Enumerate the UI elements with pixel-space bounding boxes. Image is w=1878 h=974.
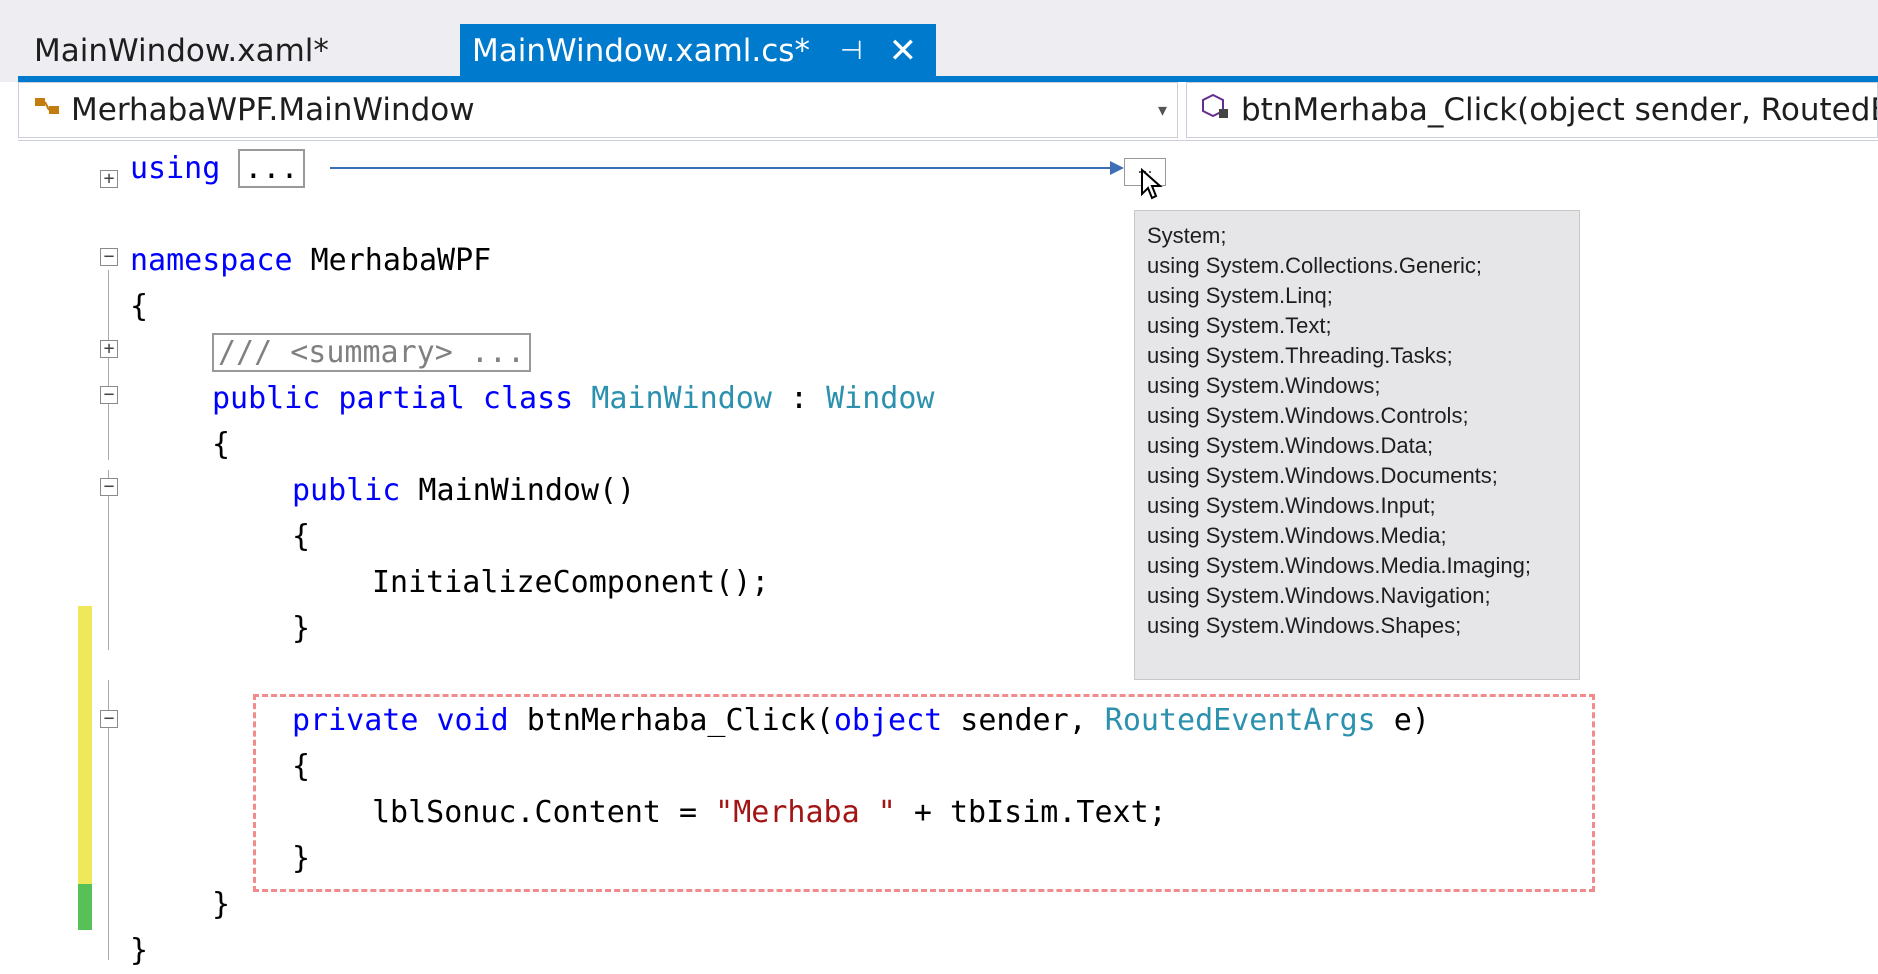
collapsed-region[interactable]: ... xyxy=(238,149,305,188)
method-icon xyxy=(1201,93,1231,128)
type-dropdown-label: MerhabaWPF.MainWindow xyxy=(71,92,475,128)
tooltip-line: using System.Collections.Generic; xyxy=(1147,253,1483,278)
tooltip-line: using System.Windows.Controls; xyxy=(1147,403,1469,428)
mouse-cursor-icon xyxy=(1140,167,1164,207)
callout-arrow xyxy=(330,167,1112,169)
collapse-toggle[interactable]: − xyxy=(100,248,118,266)
class-icon xyxy=(33,94,63,127)
tooltip-line: using System.Windows.Data; xyxy=(1147,433,1434,458)
document-tab-bar: MainWindow.xaml* MainWindow.xaml.cs* ⊣ ✕ xyxy=(0,0,1878,82)
member-dropdown-label: btnMerhaba_Click(object sender, RoutedE xyxy=(1241,92,1878,128)
tooltip-line: using System.Windows; xyxy=(1147,373,1381,398)
collapse-toggle[interactable]: − xyxy=(100,386,118,404)
highlight-region xyxy=(253,694,1595,892)
tooltip-line: using System.Windows.Navigation; xyxy=(1147,583,1491,608)
tooltip-line: using System.Windows.Media; xyxy=(1147,523,1447,548)
code-line: } xyxy=(292,611,311,646)
expand-toggle[interactable]: + xyxy=(100,170,118,188)
member-dropdown[interactable]: btnMerhaba_Click(object sender, RoutedE xyxy=(1186,82,1878,138)
tab-label: MainWindow.xaml.cs* xyxy=(472,33,810,69)
code-line: } xyxy=(212,887,231,922)
tab-label: MainWindow.xaml* xyxy=(34,33,329,69)
tooltip-line: using System.Windows.Documents; xyxy=(1147,463,1498,488)
outline-line xyxy=(108,270,109,460)
tab-mainwindow-xaml-cs[interactable]: MainWindow.xaml.cs* ⊣ ✕ xyxy=(460,24,936,78)
tooltip-line: using System.Threading.Tasks; xyxy=(1147,343,1453,368)
tab-mainwindow-xaml[interactable]: MainWindow.xaml* xyxy=(18,24,448,78)
tooltip-line: using System.Windows.Media.Imaging; xyxy=(1147,553,1531,578)
callout-arrowhead xyxy=(1110,161,1124,175)
code-line: /// <summary> ... xyxy=(212,330,532,376)
close-icon[interactable]: ✕ xyxy=(889,31,918,71)
code-line: } xyxy=(130,933,149,968)
change-bar-modified xyxy=(78,606,92,898)
tooltip-line: using System.Text; xyxy=(1147,313,1332,338)
navigation-bar: MerhabaWPF.MainWindow ▾ btnMerhaba_Click… xyxy=(18,82,1878,141)
outline-line xyxy=(108,470,109,650)
tooltip-line: System; xyxy=(1147,223,1227,248)
collapsed-using-tooltip: System; using System.Collections.Generic… xyxy=(1134,210,1580,680)
chevron-down-icon[interactable]: ▾ xyxy=(1158,100,1167,121)
code-line: using ... xyxy=(130,146,305,192)
tooltip-line: using System.Linq; xyxy=(1147,283,1333,308)
code-line: { xyxy=(130,289,149,324)
code-line: { xyxy=(212,427,231,462)
expand-toggle[interactable]: + xyxy=(100,340,118,358)
change-bar-saved xyxy=(78,884,92,930)
pin-icon[interactable]: ⊣ xyxy=(840,36,863,66)
collapsed-comment[interactable]: /// <summary> ... xyxy=(212,333,532,372)
code-line: namespace MerhabaWPF xyxy=(130,243,492,278)
code-line: { xyxy=(292,519,311,554)
collapse-toggle[interactable]: − xyxy=(100,710,118,728)
code-line: public MainWindow() xyxy=(292,473,636,508)
collapse-toggle[interactable]: − xyxy=(100,478,118,496)
code-line: public partial class MainWindow : Window xyxy=(212,381,935,416)
tooltip-line: using System.Windows.Shapes; xyxy=(1147,613,1462,638)
type-dropdown[interactable]: MerhabaWPF.MainWindow ▾ xyxy=(18,82,1178,138)
code-line: InitializeComponent(); xyxy=(372,565,770,600)
tooltip-line: using System.Windows.Input; xyxy=(1147,493,1436,518)
